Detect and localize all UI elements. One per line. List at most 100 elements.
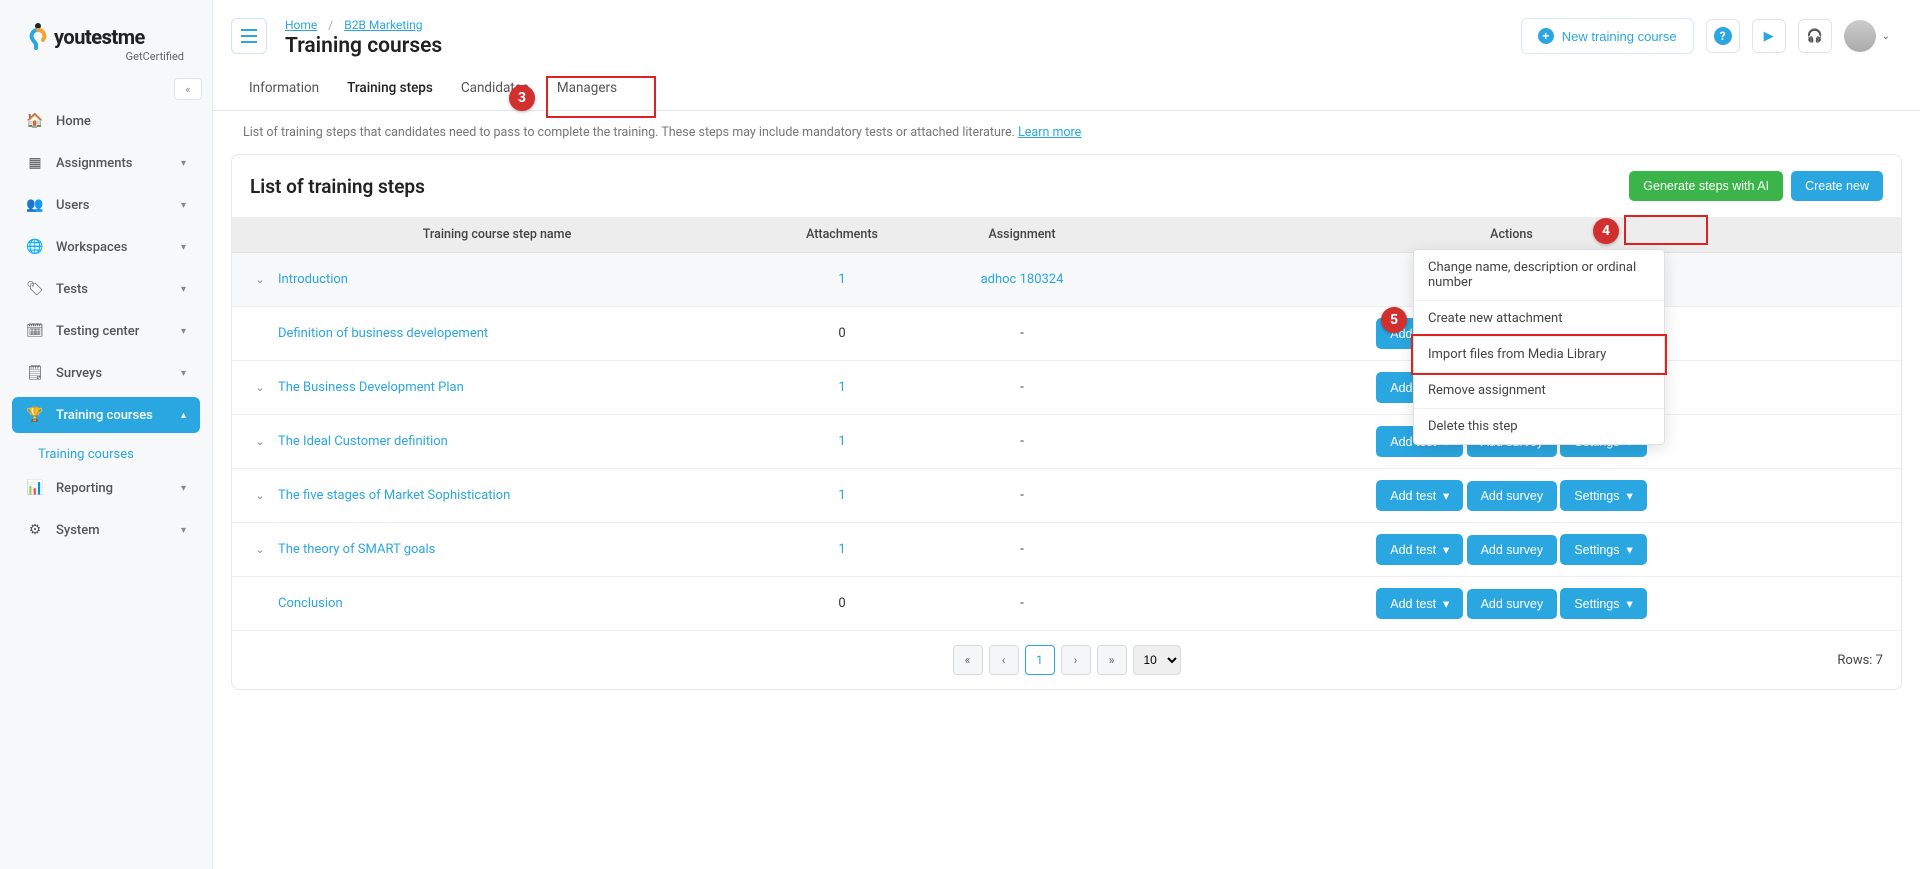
sidebar-item-surveys[interactable]: 🗒Surveys▾	[12, 355, 200, 391]
add-survey-button[interactable]: Add survey	[1467, 481, 1558, 511]
testing-center-icon: 🗓	[26, 323, 44, 339]
description-text: List of training steps that candidates n…	[243, 125, 1018, 140]
assignment-value: -	[1020, 542, 1024, 557]
help-icon: ?	[1714, 27, 1732, 45]
assignment-value: -	[1020, 488, 1024, 503]
settings-button[interactable]: Settings ▾	[1560, 480, 1646, 511]
col-assignment: Assignment	[922, 217, 1122, 253]
logo-subline: GetCertified	[28, 50, 184, 63]
attachments-count[interactable]: 1	[838, 434, 845, 449]
avatar	[1844, 20, 1876, 52]
tests-icon: 🏷	[26, 281, 44, 297]
play-button[interactable]: ▶	[1752, 19, 1786, 53]
menu-change-name[interactable]: Change name, description or ordinal numb…	[1414, 250, 1664, 301]
logo-mark-icon	[28, 22, 48, 52]
sidebar-subitem-training-courses[interactable]: Training courses	[12, 439, 200, 470]
sidebar-item-training-courses[interactable]: 🏆Training courses▴	[12, 397, 200, 433]
settings-button[interactable]: Settings ▾	[1560, 588, 1646, 619]
surveys-icon: 🗒	[26, 365, 44, 381]
step-name-link[interactable]: The five stages of Market Sophistication	[278, 488, 510, 503]
expand-icon[interactable]: ⌄	[252, 543, 268, 556]
menu-remove-assignment[interactable]: Remove assignment	[1414, 373, 1664, 409]
learn-more-link[interactable]: Learn more	[1018, 125, 1081, 140]
sidebar-collapse-button[interactable]: «	[174, 78, 202, 100]
chevron-down-icon: ▾	[181, 158, 186, 169]
create-new-step-button[interactable]: Create new	[1791, 171, 1883, 201]
gear-icon: ⚙	[26, 522, 44, 538]
sidebar-item-testing-center[interactable]: 🗓 Testing center ▾	[12, 313, 200, 349]
attachments-count[interactable]: 1	[838, 272, 845, 287]
sidebar-item-label: Assignments	[56, 156, 132, 171]
sidebar-item-label: Tests	[56, 282, 88, 297]
menu-import-media[interactable]: Import files from Media Library	[1414, 337, 1664, 373]
breadcrumb-section[interactable]: B2B Marketing	[344, 18, 422, 32]
add-survey-button[interactable]: Add survey	[1467, 589, 1558, 619]
sidebar-item-system[interactable]: ⚙System▾	[12, 512, 200, 548]
attachments-count: 0	[838, 596, 845, 611]
sidebar-item-home[interactable]: 🏠Home	[12, 103, 200, 139]
training-steps-panel: List of training steps Generate steps wi…	[231, 154, 1902, 690]
attachments-count[interactable]: 1	[838, 488, 845, 503]
sidebar-item-tests[interactable]: 🏷Tests▾	[12, 271, 200, 307]
new-training-course-button[interactable]: + New training course	[1521, 18, 1694, 54]
sidebar-item-reporting[interactable]: 📊Reporting▾	[12, 470, 200, 506]
table-row: ⌄ The five stages of Market Sophisticatio…	[232, 469, 1901, 523]
step-name-link[interactable]: Conclusion	[278, 596, 343, 611]
breadcrumb-sep: /	[328, 18, 333, 32]
attachments-count[interactable]: 1	[838, 380, 845, 395]
page-prev-button[interactable]: ‹	[989, 645, 1019, 675]
sidebar-item-label: Users	[56, 198, 89, 213]
step-name-link[interactable]: The theory of SMART goals	[278, 542, 435, 557]
expand-icon[interactable]: ⌄	[252, 381, 268, 394]
step-name-link[interactable]: Introduction	[278, 272, 348, 287]
menu-toggle-button[interactable]	[231, 18, 267, 54]
generate-steps-ai-button[interactable]: Generate steps with AI	[1629, 171, 1783, 201]
add-survey-button[interactable]: Add survey	[1467, 535, 1558, 565]
page-number-1[interactable]: 1	[1025, 645, 1055, 675]
menu-item-label: Import files from Media Library	[1428, 347, 1606, 362]
page-next-button[interactable]: ›	[1061, 645, 1091, 675]
add-test-button[interactable]: Add test ▾	[1376, 480, 1463, 511]
expand-icon[interactable]: ⌄	[252, 435, 268, 448]
assignment-link[interactable]: adhoc 180324	[981, 272, 1064, 287]
add-test-button[interactable]: Add test ▾	[1376, 534, 1463, 565]
chevron-down-icon: ▾	[181, 326, 186, 337]
tab-managers[interactable]: Managers	[557, 80, 617, 110]
breadcrumb-home[interactable]: Home	[285, 18, 317, 32]
settings-dropdown: Change name, description or ordinal numb…	[1413, 249, 1665, 445]
tab-information[interactable]: Information	[249, 80, 319, 110]
users-icon: 👥	[26, 197, 44, 213]
menu-create-attachment[interactable]: Create new attachment	[1414, 301, 1664, 337]
attachments-count[interactable]: 1	[838, 542, 845, 557]
settings-button[interactable]: Settings ▾	[1560, 534, 1646, 565]
support-button[interactable]: 🎧	[1798, 19, 1832, 53]
add-test-button[interactable]: Add test ▾	[1376, 588, 1463, 619]
logo-text: youtestme	[54, 25, 145, 49]
tab-training-steps[interactable]: Training steps	[347, 80, 433, 110]
page-size-select[interactable]: 10	[1133, 645, 1181, 675]
menu-delete-step[interactable]: Delete this step	[1414, 409, 1664, 444]
page-title: Training courses	[285, 34, 442, 58]
step-name-link[interactable]: Definition of business developement	[278, 326, 488, 341]
button-label: New training course	[1562, 29, 1677, 44]
expand-icon[interactable]: ⌄	[252, 489, 268, 502]
chevron-down-icon: ▾	[181, 242, 186, 253]
page-last-button[interactable]: »	[1097, 645, 1127, 675]
sidebar-item-users[interactable]: 👥Users▾	[12, 187, 200, 223]
sidebar-item-assignments[interactable]: ▦Assignments▾	[12, 145, 200, 181]
page-first-button[interactable]: «	[953, 645, 983, 675]
help-button[interactable]: ?	[1706, 19, 1740, 53]
plus-icon: +	[1538, 28, 1554, 44]
expand-icon[interactable]: ⌄	[252, 273, 268, 286]
step-name-link[interactable]: The Ideal Customer definition	[278, 434, 448, 449]
description: List of training steps that candidates n…	[213, 111, 1920, 154]
tabs: Information Training steps Candidates Ma…	[213, 58, 1920, 111]
assignment-value: -	[1020, 434, 1024, 449]
step-name-link[interactable]: The Business Development Plan	[278, 380, 464, 395]
sidebar-item-workspaces[interactable]: 🌐 Workspaces ▾	[12, 229, 200, 265]
workspaces-icon: 🌐	[26, 239, 44, 255]
table-row: ⌄ The theory of SMART goals 1 - Add test ▾ A…	[232, 523, 1901, 577]
user-menu[interactable]: ⌄	[1844, 20, 1890, 52]
sidebar-item-label: Workspaces	[56, 240, 127, 255]
sidebar-item-label: Testing center	[56, 324, 139, 339]
